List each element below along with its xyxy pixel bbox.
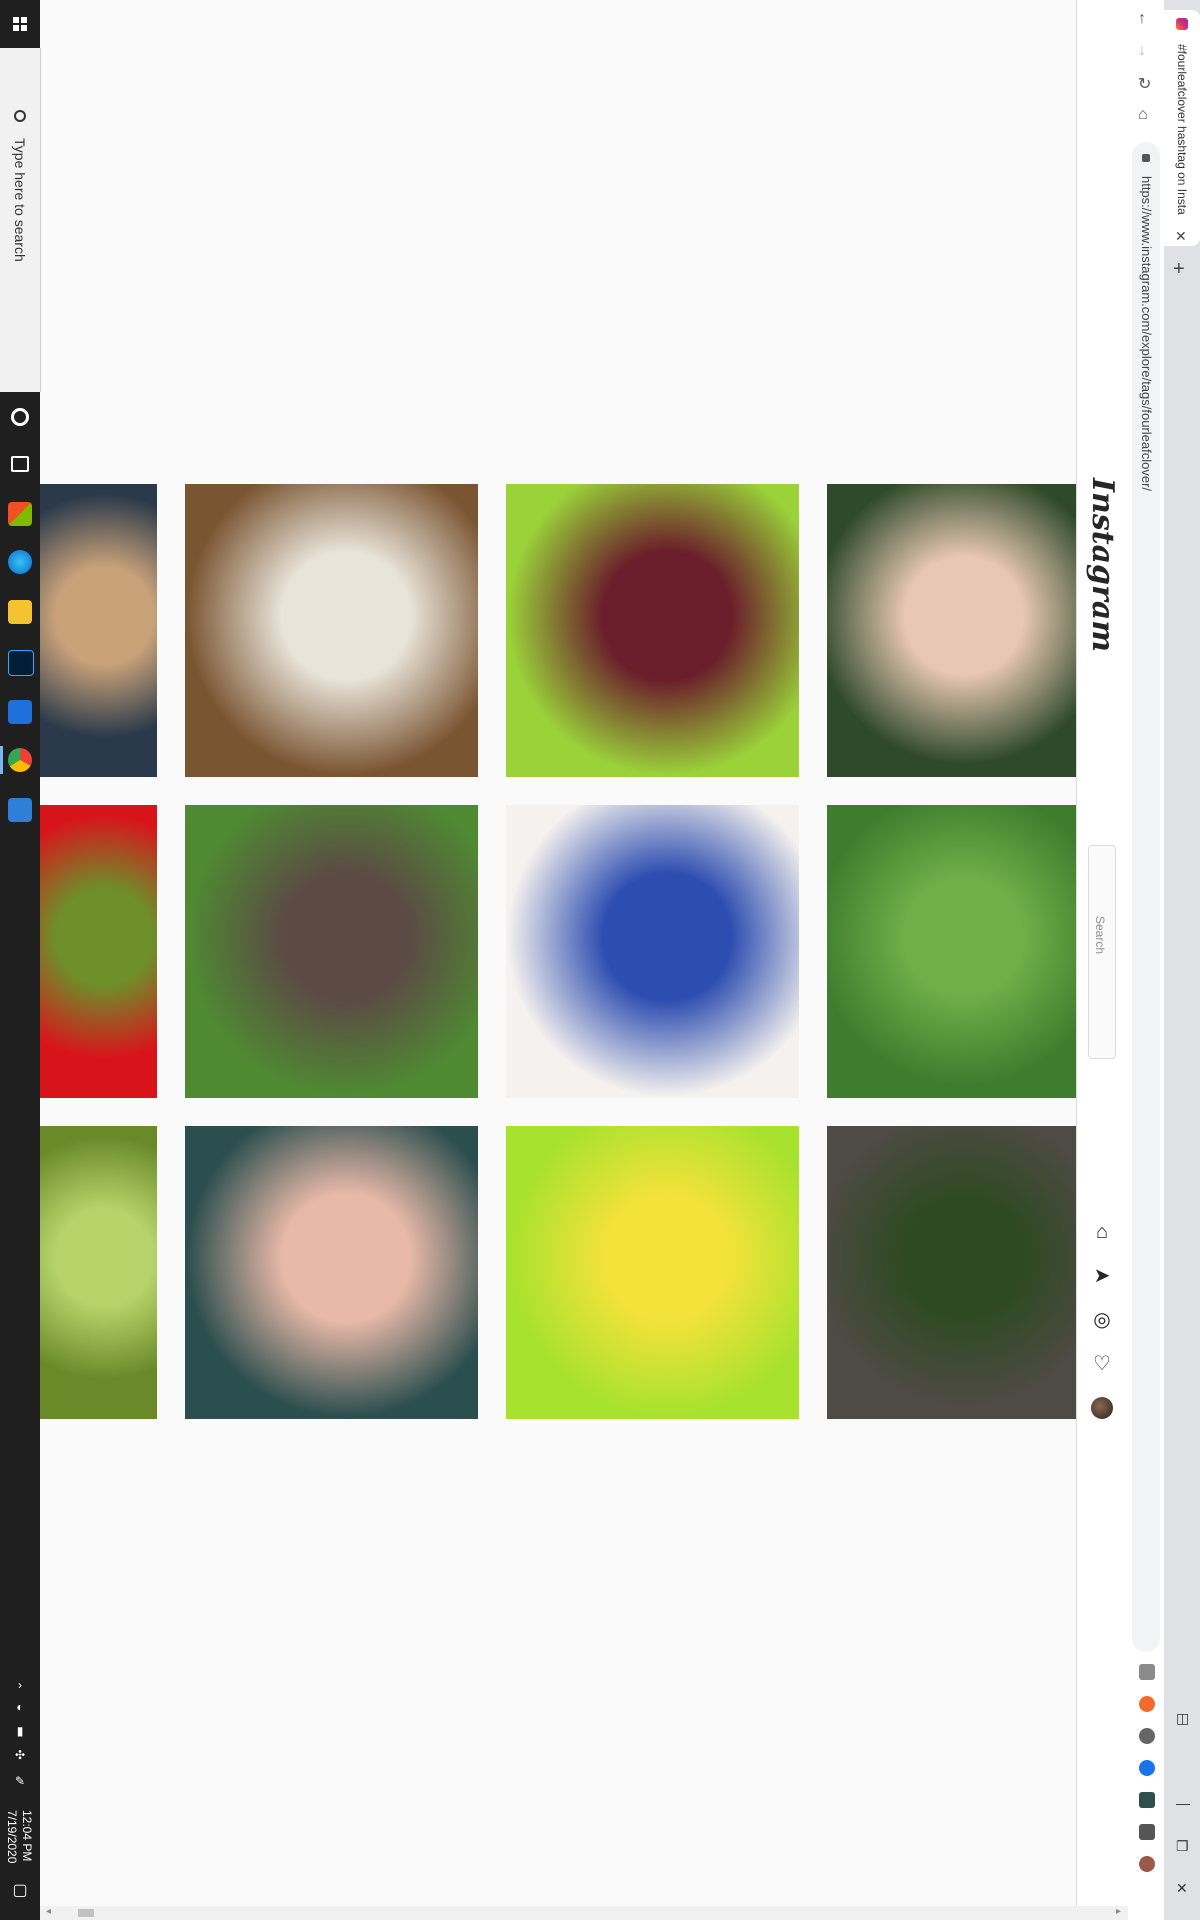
extension-orange-icon[interactable] xyxy=(1139,1696,1155,1712)
notifications-icon[interactable]: ▢ xyxy=(0,1880,40,1900)
post-thumbnail[interactable] xyxy=(827,484,1076,777)
lock-icon xyxy=(1142,154,1150,162)
settings-app-icon[interactable] xyxy=(8,798,32,822)
app-icon[interactable] xyxy=(8,700,32,724)
instagram-search-input[interactable]: Search xyxy=(1088,845,1116,1059)
file-explorer-icon[interactable] xyxy=(8,600,32,624)
horizontal-scrollbar[interactable]: ◂ ▸ xyxy=(40,1906,1128,1920)
taskbar-search-box[interactable]: Type here to search xyxy=(0,48,41,392)
reload-icon[interactable]: ↻ xyxy=(1138,74,1151,94)
post-thumbnail[interactable] xyxy=(506,1126,799,1419)
start-button[interactable] xyxy=(0,0,40,48)
taskbar-clock[interactable]: 12:04 PM 7/19/2020 xyxy=(4,1810,34,1863)
scroll-left-icon[interactable]: ◂ xyxy=(46,1906,51,1917)
chevron-up-icon[interactable]: › xyxy=(0,1678,40,1692)
post-thumbnail[interactable] xyxy=(506,484,799,777)
post-thumbnail[interactable] xyxy=(40,1126,157,1419)
tab-strip xyxy=(1164,0,1200,1920)
clock-date: 7/19/2020 xyxy=(5,1810,19,1864)
search-placeholder: Search xyxy=(1093,916,1107,955)
profile-avatar[interactable] xyxy=(1091,1397,1113,1419)
post-thumbnail[interactable] xyxy=(506,805,799,1098)
extension-dark-icon[interactable] xyxy=(1139,1792,1155,1808)
browser-tab[interactable]: #fourleafclover hashtag on Insta ✕ xyxy=(1164,10,1200,246)
post-thumbnail[interactable] xyxy=(827,805,1076,1098)
chrome-icon[interactable] xyxy=(8,748,32,772)
scrollbar-thumb[interactable] xyxy=(78,1909,94,1917)
dropbox-icon[interactable]: ✣ xyxy=(0,1748,40,1762)
tab-title: #fourleafclover hashtag on Insta xyxy=(1175,44,1189,215)
search-icon xyxy=(14,110,26,122)
post-thumbnail[interactable] xyxy=(185,484,478,777)
address-bar[interactable]: https://www.instagram.com/explore/tags/f… xyxy=(1132,142,1160,1652)
post-thumbnail[interactable] xyxy=(827,1126,1076,1419)
tab-close-icon[interactable]: ✕ xyxy=(1175,228,1187,245)
post-thumbnail[interactable] xyxy=(40,484,157,777)
windows-logo-icon xyxy=(13,17,27,31)
restore-icon[interactable]: ❐ xyxy=(1176,1838,1189,1855)
extension-blue-icon[interactable] xyxy=(1139,1760,1155,1776)
post-thumbnail[interactable] xyxy=(185,805,478,1098)
network-icon[interactable]: ✎ xyxy=(0,1774,40,1788)
post-thumbnail[interactable] xyxy=(40,805,157,1098)
windows-taskbar: Type here to search › ◐ ▮ ✣ ✎ 12:04 PM 7… xyxy=(0,0,41,1920)
home-icon[interactable]: ⌂ xyxy=(1138,106,1148,124)
photoshop-icon[interactable] xyxy=(8,650,34,676)
back-icon[interactable]: ↑ xyxy=(1138,10,1146,28)
scroll-right-icon[interactable]: ▸ xyxy=(1116,1906,1121,1917)
layout-icon[interactable]: ◫ xyxy=(1176,1710,1189,1727)
active-indicator xyxy=(0,746,3,774)
post-thumbnail[interactable] xyxy=(185,1126,478,1419)
task-view-icon[interactable] xyxy=(11,456,29,472)
battery-icon[interactable]: ▮ xyxy=(0,1724,40,1738)
direct-messages-icon[interactable]: ➤ xyxy=(1090,1264,1114,1288)
activity-heart-icon[interactable]: ♡ xyxy=(1090,1352,1114,1376)
instagram-logo[interactable]: Instagram xyxy=(1085,478,1120,652)
taskbar-search-placeholder: Type here to search xyxy=(12,138,28,262)
home-nav-icon[interactable]: ⌂ xyxy=(1090,1220,1114,1244)
extensions-puzzle-icon[interactable] xyxy=(1139,1824,1155,1840)
profile-avatar-icon[interactable] xyxy=(1139,1856,1155,1872)
clock-time: 12:04 PM xyxy=(20,1810,34,1862)
forward-icon[interactable]: ↓ xyxy=(1138,42,1146,60)
address-url: https://www.instagram.com/explore/tags/f… xyxy=(1139,176,1154,492)
instagram-favicon-icon xyxy=(1176,18,1188,30)
extension-g-icon[interactable] xyxy=(1139,1664,1155,1680)
window-close-icon[interactable]: ✕ xyxy=(1176,1880,1188,1897)
minimize-icon[interactable]: — xyxy=(1176,1795,1190,1811)
edge-icon[interactable] xyxy=(8,550,32,574)
store-icon[interactable] xyxy=(8,502,32,526)
new-tab-button[interactable]: + xyxy=(1173,258,1185,281)
explore-compass-icon[interactable]: ◎ xyxy=(1090,1308,1114,1332)
volume-icon[interactable]: ◐ xyxy=(0,1700,40,1714)
cortana-icon[interactable] xyxy=(11,408,29,426)
extension-grey-icon[interactable] xyxy=(1139,1728,1155,1744)
